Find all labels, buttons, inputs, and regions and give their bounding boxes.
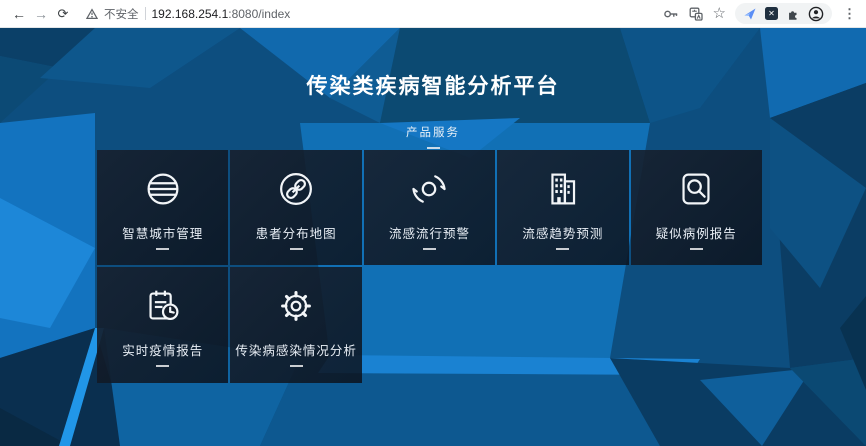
profile-avatar-icon[interactable] — [808, 6, 824, 22]
refresh-button[interactable]: ⟳ — [52, 3, 74, 25]
menu-kebab-icon[interactable]: ⋮ — [841, 6, 858, 22]
card-label: 传染病感染情况分析 — [235, 340, 357, 359]
buildings-icon — [540, 166, 586, 212]
page-body: 传染类疾病智能分析平台 产品服务 智慧城市管理 — [0, 28, 866, 446]
card-infection-analysis[interactable]: 传染病感染情况分析 — [230, 267, 361, 383]
section-subtitle: 产品服务 — [0, 124, 866, 140]
card-flu-trend-forecast[interactable]: 流感趋势预测 — [497, 150, 628, 265]
card-label: 流感趋势预测 — [522, 223, 603, 242]
blue-extension-icon[interactable] — [743, 7, 757, 21]
card-dash — [290, 365, 303, 367]
hero-header: 传染类疾病智能分析平台 产品服务 — [0, 28, 866, 149]
card-dash — [156, 365, 169, 367]
card-dash — [556, 248, 569, 250]
url-host: 192.168.254.1 — [152, 7, 229, 21]
link-icon — [273, 166, 319, 212]
card-patient-distribution-map[interactable]: 患者分布地图 — [230, 150, 361, 265]
card-label: 实时疫情报告 — [122, 340, 203, 359]
address-bar[interactable]: 不安全 192.168.254.1:8080/index — [86, 3, 663, 25]
card-dash — [290, 248, 303, 250]
card-dash — [423, 248, 436, 250]
card-realtime-epidemic-report[interactable]: 实时疫情报告 — [97, 267, 228, 383]
security-label: 不安全 — [104, 6, 139, 22]
browser-toolbar: ← → ⟳ 不安全 192.168.254.1:8080/index — [0, 0, 866, 28]
url-path: :8080/index — [228, 7, 290, 21]
address-divider — [145, 7, 146, 20]
toolbar-right-cluster: ☆ ✕ ⋮ — [663, 3, 858, 24]
back-button[interactable]: ← — [8, 3, 30, 25]
document-search-icon — [673, 166, 719, 212]
page-title: 传染类疾病智能分析平台 — [0, 70, 866, 100]
url-text: 192.168.254.1:8080/index — [152, 7, 291, 21]
card-label: 流感流行预警 — [389, 223, 470, 242]
city-database-icon — [140, 166, 186, 212]
sync-rings-icon — [406, 166, 452, 212]
bookmark-star-icon[interactable]: ☆ — [713, 6, 726, 21]
password-key-icon[interactable] — [663, 6, 679, 22]
card-label: 智慧城市管理 — [122, 223, 203, 242]
card-dash — [156, 248, 169, 250]
card-dash — [690, 248, 703, 250]
not-secure-warning-icon — [86, 8, 98, 20]
subtitle-dash — [427, 147, 440, 149]
card-label: 患者分布地图 — [256, 223, 337, 242]
report-clock-icon — [140, 283, 186, 329]
forward-button[interactable]: → — [30, 3, 52, 25]
card-flu-epidemic-warning[interactable]: 流感流行预警 — [364, 150, 495, 265]
card-smart-city-management[interactable]: 智慧城市管理 — [97, 150, 228, 265]
extensions-puzzle-icon[interactable] — [786, 7, 800, 21]
card-label: 疑似病例报告 — [656, 223, 737, 242]
card-suspected-case-report[interactable]: 疑似病例报告 — [631, 150, 762, 265]
service-card-grid: 智慧城市管理 患者分布地图 — [97, 150, 762, 383]
gear-icon — [273, 283, 319, 329]
extensions-pill: ✕ — [735, 3, 832, 24]
dark-box-extension-icon[interactable]: ✕ — [765, 7, 778, 20]
translate-icon[interactable] — [688, 6, 704, 22]
